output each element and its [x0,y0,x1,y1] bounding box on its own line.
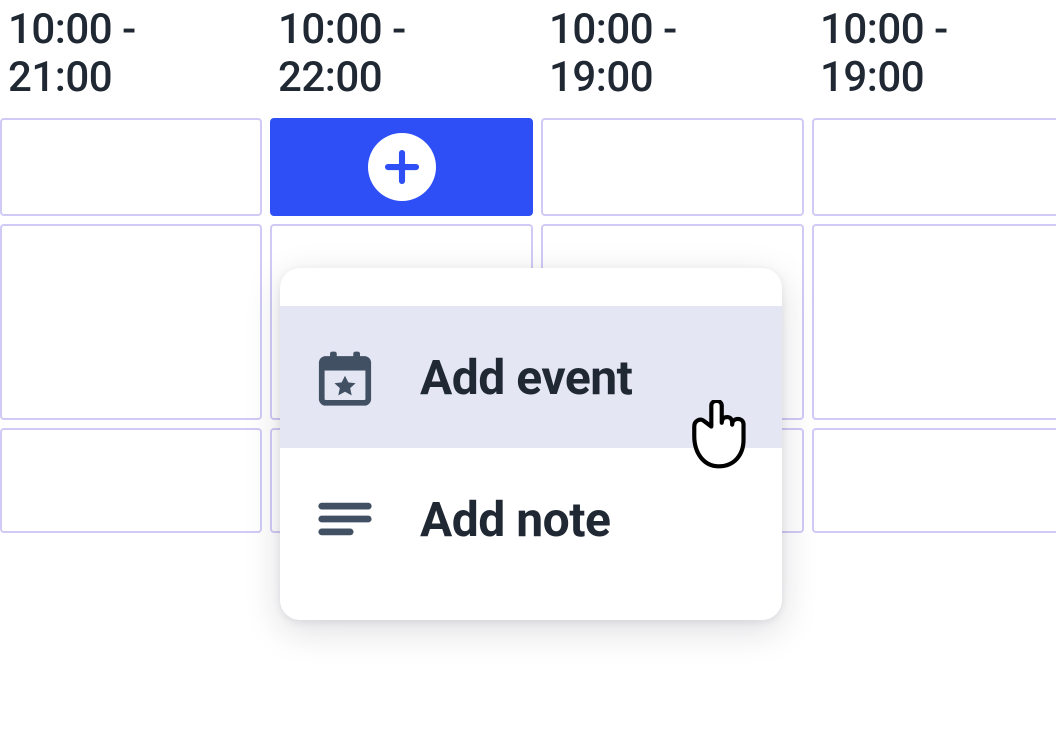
add-popover: Add event Add note [280,268,782,620]
calendar-header-cell: 10:00 -19:00 [812,0,1056,110]
calendar-cell-add-active[interactable] [270,118,533,216]
calendar-header-cell: 10:00 -21:00 [0,0,262,110]
menu-item-label: Add note [420,491,610,548]
calendar-header-cell: 10:00 -22:00 [270,0,533,110]
calendar-star-icon [314,346,376,408]
menu-item-add-event[interactable]: Add event [280,306,782,448]
note-lines-icon [314,488,376,550]
calendar-cell[interactable] [0,428,262,533]
time-range: 10:00 -22:00 [278,5,406,102]
calendar-cell[interactable] [0,224,262,420]
menu-item-label: Add event [420,349,632,406]
menu-item-add-note[interactable]: Add note [280,448,782,590]
calendar-cell[interactable] [812,118,1056,216]
time-range: 10:00 -21:00 [8,5,136,102]
calendar-cell[interactable] [541,118,804,216]
calendar-cell[interactable] [0,118,262,216]
calendar-header-row: 10:00 -21:00 10:00 -22:00 10:00 -19:00 1… [0,0,1056,114]
calendar-cell[interactable] [812,428,1056,533]
calendar-cell[interactable] [812,224,1056,420]
time-range: 10:00 -19:00 [549,5,677,102]
time-range: 10:00 -19:00 [820,5,948,102]
plus-circle-icon [368,133,436,201]
calendar-row [0,114,1056,220]
calendar-header-cell: 10:00 -19:00 [541,0,804,110]
